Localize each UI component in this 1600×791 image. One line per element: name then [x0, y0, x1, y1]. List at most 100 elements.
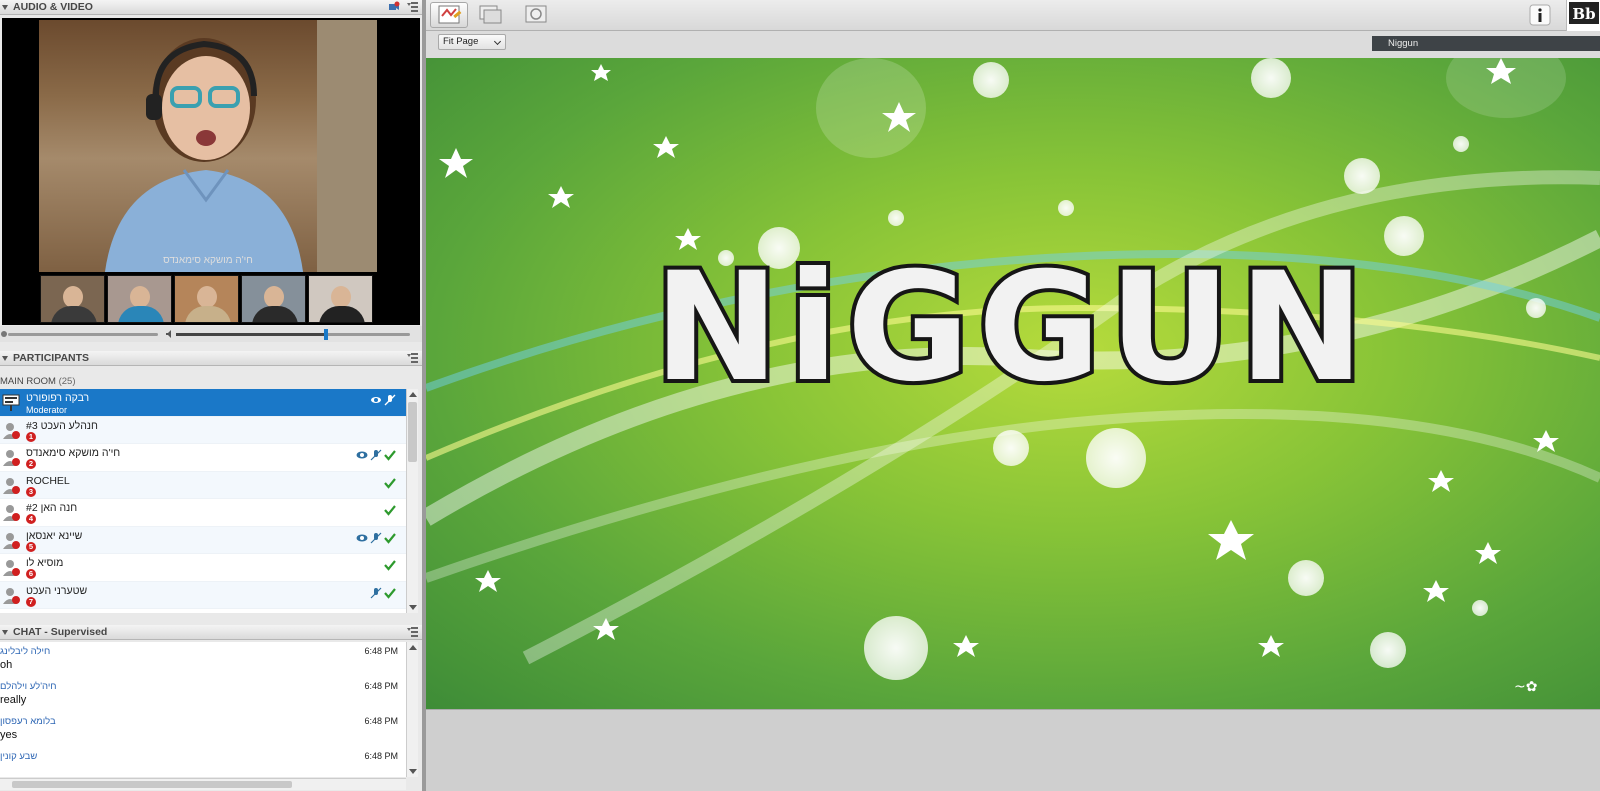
chat-timestamp: 6:48 PM — [364, 681, 398, 691]
participants-scrollbar[interactable] — [406, 389, 418, 613]
microphone-icon[interactable] — [370, 587, 382, 599]
hand-raised-number: 7 — [26, 596, 36, 607]
participant-name: #2 חנה האן — [26, 502, 78, 514]
participant-row[interactable]: ROCHEL 3 — [0, 471, 406, 499]
participant-avatar-icon — [3, 477, 20, 494]
participant-role: Moderator — [26, 405, 68, 415]
participant-name: שיינא יאנסאן — [26, 529, 83, 542]
panel-menu-icon[interactable] — [407, 2, 418, 12]
whiteboard-mode-button[interactable] — [430, 2, 468, 28]
room-name: MAIN ROOM — [0, 376, 56, 387]
chat-horizontal-scrollbar[interactable] — [0, 778, 406, 790]
chat-timestamp: 6:48 PM — [364, 751, 398, 761]
panel-menu-icon[interactable] — [407, 353, 418, 363]
participant-avatar-icon — [3, 505, 20, 521]
chat-sender: חיה'לע וילהלם — [0, 681, 57, 692]
chat-text: really — [0, 694, 27, 706]
chat-timestamp: 6:48 PM — [364, 716, 398, 726]
application-share-button[interactable] — [472, 2, 510, 28]
chat-timestamp: 6:48 PM — [364, 646, 398, 656]
logo-text: Bb — [1572, 5, 1595, 23]
room-count: (25) — [58, 376, 76, 387]
video-thumbnail[interactable] — [174, 275, 239, 323]
left-sidebar: AUDIO & VIDEO חי'ה מושקא סימאנדס PARTICI… — [0, 0, 426, 791]
content-subbar: Fit Page Niggun — [426, 31, 1600, 58]
participant-row[interactable]: חי'ה מושקא סימאנדס 2 — [0, 444, 406, 472]
scrollbar-thumb[interactable] — [12, 781, 292, 788]
participant-row[interactable]: שטערני העכט 7 — [0, 581, 406, 609]
audio-video-header[interactable]: AUDIO & VIDEO — [0, 0, 422, 15]
scroll-up-arrow-icon[interactable] — [409, 392, 417, 397]
hand-raised-number: 4 — [26, 514, 36, 524]
hand-raised-number: 5 — [26, 541, 36, 552]
checkmark-icon — [384, 560, 396, 571]
chat-text: oh — [0, 659, 13, 671]
chat-scrollbar[interactable] — [406, 642, 418, 777]
participant-row[interactable]: מוסיא לו 6 — [0, 554, 406, 582]
audio-video-title: AUDIO & VIDEO — [13, 1, 93, 13]
audio-controls — [0, 326, 422, 342]
participant-row[interactable]: רבקה רפופורט Moderator — [0, 389, 406, 417]
participant-row[interactable]: #2 חנה האן 4 — [0, 499, 406, 527]
video-area: חי'ה מושקא סימאנדס — [2, 18, 420, 325]
participant-row[interactable]: #3 חנהלע העכט 1 — [0, 416, 406, 444]
video-thumbnail[interactable] — [308, 275, 373, 323]
video-thumbnail[interactable] — [107, 275, 172, 323]
zoom-dropdown[interactable]: Fit Page — [438, 34, 506, 50]
participant-name: #3 חנהלע העכט — [26, 419, 98, 432]
participants-header[interactable]: PARTICIPANTS — [0, 351, 422, 366]
chat-message: חילה ליבלינג 6:48 PM oh — [0, 642, 406, 677]
participant-name: שטערני העכט — [26, 584, 88, 597]
slide-signature-mark: ~✿ — [1514, 679, 1537, 695]
microphone-muted-icon[interactable] — [384, 394, 396, 406]
scroll-down-arrow-icon[interactable] — [409, 769, 417, 774]
video-thumbnail[interactable] — [40, 275, 105, 323]
hand-raised-number: 6 — [26, 569, 36, 579]
video-active-icon[interactable] — [356, 449, 368, 461]
eye-icon[interactable] — [370, 394, 382, 406]
video-thumbnail-strip — [40, 275, 373, 323]
checkmark-icon — [384, 505, 396, 516]
collapse-triangle-icon[interactable] — [2, 629, 8, 635]
scrollbar-thumb[interactable] — [408, 402, 417, 462]
microphone-icon[interactable] — [370, 532, 382, 544]
whiteboard-icon — [438, 5, 462, 24]
video-thumbnail[interactable] — [241, 275, 306, 323]
slide-title: NiGGUN — [650, 241, 1373, 415]
web-tour-button[interactable] — [518, 2, 556, 28]
speaker-volume-knob[interactable] — [324, 329, 328, 340]
participants-title: PARTICIPANTS — [13, 352, 90, 364]
main-video-feed[interactable]: חי'ה מושקא סימאנדס — [39, 20, 377, 272]
moderator-icon — [2, 394, 20, 411]
scroll-up-arrow-icon[interactable] — [409, 645, 417, 650]
chat-text: yes — [0, 729, 18, 741]
whiteboard-slide[interactable]: ~✿ NiGGUN — [426, 58, 1600, 709]
web-tour-icon — [525, 5, 547, 23]
info-icon[interactable] — [1528, 3, 1552, 27]
participant-name: רבקה רפופורט — [26, 392, 90, 404]
room-label[interactable]: MAIN ROOM (25) — [0, 376, 76, 387]
speaker-icon — [166, 330, 171, 338]
scroll-down-arrow-icon[interactable] — [409, 605, 417, 610]
participant-avatar-icon — [3, 450, 20, 466]
panel-menu-icon[interactable] — [407, 627, 418, 637]
collapse-triangle-icon[interactable] — [2, 4, 8, 10]
video-active-icon[interactable] — [356, 532, 368, 544]
participant-avatar-icon — [3, 587, 20, 604]
chat-header[interactable]: CHAT - Supervised — [0, 625, 422, 640]
page-name-label: Niggun — [1372, 36, 1600, 51]
participant-row[interactable]: שיינא יאנסאן 5 — [0, 526, 406, 554]
chat-message: שבע קונין 6:48 PM — [0, 747, 406, 777]
microphone-icon[interactable] — [370, 449, 382, 461]
participant-avatar-icon — [3, 560, 20, 576]
video-settings-icon[interactable] — [388, 1, 400, 12]
collapse-triangle-icon[interactable] — [2, 355, 8, 361]
participant-avatar-icon — [3, 422, 20, 439]
participant-name: מוסיא לו — [26, 557, 64, 569]
microphone-volume-slider[interactable] — [8, 333, 158, 336]
checkmark-icon — [384, 587, 396, 599]
slide-margin-area — [426, 709, 1600, 791]
checkmark-icon — [384, 477, 396, 489]
hand-raised-number: 1 — [26, 431, 36, 442]
chat-sender: בלומא רעפסון — [0, 716, 56, 727]
